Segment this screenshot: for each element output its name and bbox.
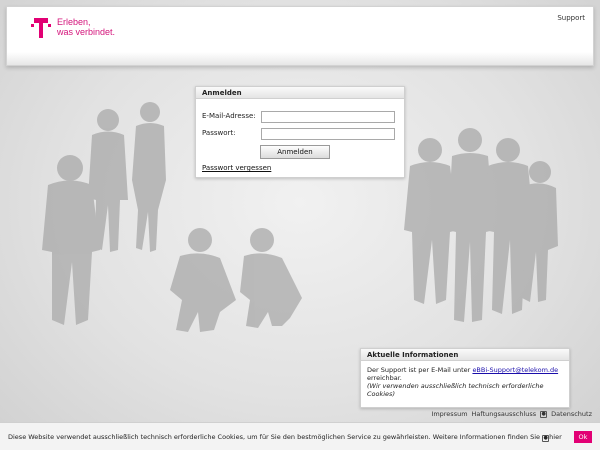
support-link[interactable]: Support [557, 14, 585, 22]
email-label: E-Mail-Adresse: [202, 112, 256, 120]
privacy-link[interactable]: Datenschutz [551, 410, 592, 418]
slogan: Erleben, was verbindet. [57, 17, 115, 37]
accessibility-icon[interactable]: ● [540, 410, 548, 418]
forgot-password-link[interactable]: Passwort vergessen [202, 164, 271, 172]
info-cookie-note: (Wir verwenden ausschließlich technisch … [367, 382, 544, 398]
slogan-line-1: Erleben, [57, 17, 91, 27]
login-panel: Anmelden E-Mail-Adresse: Passwort: Anmel… [195, 86, 405, 178]
password-input[interactable] [261, 128, 395, 140]
cookie-ok-button[interactable]: Ok [574, 431, 592, 443]
info-panel: Aktuelle Informationen Der Support ist p… [360, 348, 570, 408]
login-panel-title: Anmelden [196, 87, 404, 99]
password-label: Passwort: [202, 129, 236, 137]
info-text-after: erreichbar. [367, 374, 402, 382]
slogan-line-2: was verbindet. [57, 27, 116, 37]
login-button[interactable]: Anmelden [260, 145, 330, 159]
info-panel-body: Der Support ist per E-Mail unter eBBi-Su… [361, 361, 569, 403]
cookie-message: Diese Website verwendet ausschließlich t… [8, 433, 541, 441]
page-header: Erleben, was verbindet. Support [6, 6, 594, 66]
telekom-logo-icon[interactable] [31, 16, 51, 40]
support-email-link[interactable]: eBBi-Support@telekom.de [472, 366, 558, 374]
cookie-info-link[interactable]: hier [549, 433, 562, 441]
cookie-banner-text: Diese Website verwendet ausschließlich t… [8, 433, 562, 442]
email-input[interactable] [261, 111, 395, 123]
info-text-before: Der Support ist per E-Mail unter [367, 366, 471, 374]
footer-links: Impressum Haftungsausschluss ● Datenschu… [431, 410, 592, 418]
info-panel-title: Aktuelle Informationen [361, 349, 569, 361]
cookie-banner: Diese Website verwendet ausschließlich t… [0, 422, 600, 450]
impressum-link[interactable]: Impressum [431, 410, 467, 418]
disclaimer-link[interactable]: Haftungsausschluss [472, 410, 537, 418]
